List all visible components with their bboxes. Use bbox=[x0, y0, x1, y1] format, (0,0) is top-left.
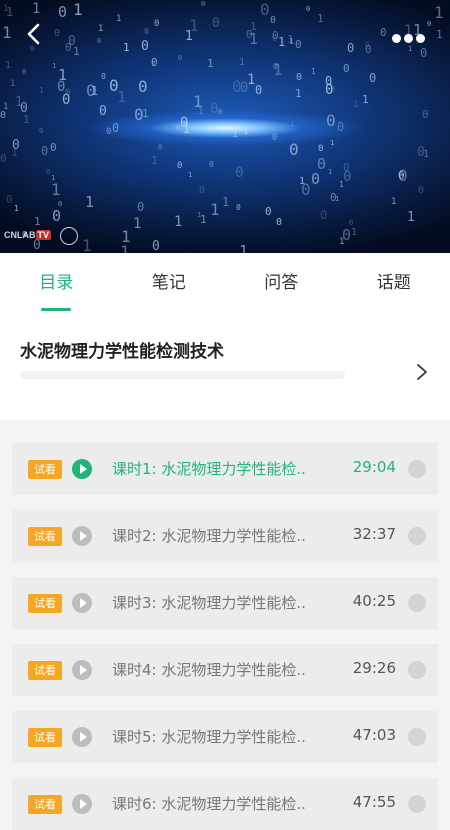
preview-badge: 试看 bbox=[28, 594, 62, 613]
back-icon[interactable] bbox=[22, 22, 46, 46]
lesson-title: 课时6: 水泥物理力学性能检.. bbox=[112, 793, 306, 814]
lesson-duration: 47:03 bbox=[353, 726, 396, 744]
more-options-icon[interactable] bbox=[392, 28, 432, 40]
course-title: 水泥物理力学性能检测技术 bbox=[20, 337, 224, 362]
lesson-row[interactable]: 试看 课时6: 水泥物理力学性能检.. 47:55 bbox=[12, 778, 438, 830]
preview-badge: 试看 bbox=[28, 728, 62, 747]
preview-badge: 试看 bbox=[28, 460, 62, 479]
download-status-icon[interactable] bbox=[408, 795, 426, 813]
lesson-title: 课时1: 水泥物理力学性能检.. bbox=[112, 458, 306, 479]
play-icon[interactable] bbox=[72, 459, 92, 479]
tab-catalog[interactable]: 目录 bbox=[0, 253, 113, 313]
preview-badge: 试看 bbox=[28, 661, 62, 680]
preview-badge: 试看 bbox=[28, 527, 62, 546]
course-progress-bar bbox=[20, 371, 345, 379]
lesson-duration: 32:37 bbox=[353, 525, 396, 543]
video-player[interactable]: 0100001001101111100100000000010110110011… bbox=[0, 0, 450, 253]
preview-badge: 试看 bbox=[28, 795, 62, 814]
lesson-row[interactable]: 试看 课时4: 水泥物理力学性能检.. 29:26 bbox=[12, 644, 438, 696]
lesson-title: 课时5: 水泥物理力学性能检.. bbox=[112, 726, 306, 747]
download-status-icon[interactable] bbox=[408, 594, 426, 612]
channel-logo: CNLABTV bbox=[4, 230, 51, 240]
lesson-title: 课时2: 水泥物理力学性能检.. bbox=[112, 525, 306, 546]
play-icon[interactable] bbox=[72, 727, 92, 747]
lesson-row[interactable]: 试看 课时1: 水泥物理力学性能检.. 29:04 bbox=[12, 443, 438, 495]
tab-topics[interactable]: 话题 bbox=[338, 253, 450, 313]
lesson-row[interactable]: 试看 课时2: 水泥物理力学性能检.. 32:37 bbox=[12, 510, 438, 562]
channel-logo-ring bbox=[60, 227, 78, 245]
play-icon[interactable] bbox=[72, 660, 92, 680]
lesson-row[interactable]: 试看 课时3: 水泥物理力学性能检.. 40:25 bbox=[12, 577, 438, 629]
lesson-title: 课时4: 水泥物理力学性能检.. bbox=[112, 659, 306, 680]
lesson-duration: 40:25 bbox=[353, 592, 396, 610]
course-header[interactable]: 水泥物理力学性能检测技术 bbox=[0, 313, 450, 420]
chevron-right-icon[interactable] bbox=[416, 363, 428, 381]
lesson-title: 课时3: 水泥物理力学性能检.. bbox=[112, 592, 306, 613]
lesson-row[interactable]: 试看 课时5: 水泥物理力学性能检.. 47:03 bbox=[12, 711, 438, 763]
tab-qa[interactable]: 问答 bbox=[225, 253, 338, 313]
play-icon[interactable] bbox=[72, 593, 92, 613]
download-status-icon[interactable] bbox=[408, 527, 426, 545]
tab-bar: 目录 笔记 问答 话题 bbox=[0, 253, 450, 313]
play-icon[interactable] bbox=[72, 526, 92, 546]
tab-notes[interactable]: 笔记 bbox=[113, 253, 226, 313]
play-icon[interactable] bbox=[72, 794, 92, 814]
lesson-duration: 29:04 bbox=[353, 458, 396, 476]
download-status-icon[interactable] bbox=[408, 728, 426, 746]
lesson-duration: 29:26 bbox=[353, 659, 396, 677]
lesson-duration: 47:55 bbox=[353, 793, 396, 811]
download-status-icon[interactable] bbox=[408, 460, 426, 478]
download-status-icon[interactable] bbox=[408, 661, 426, 679]
